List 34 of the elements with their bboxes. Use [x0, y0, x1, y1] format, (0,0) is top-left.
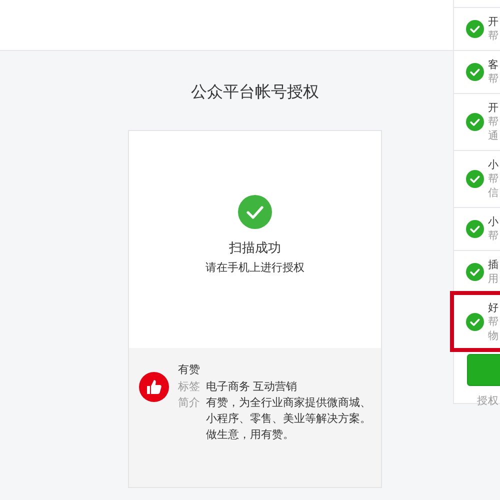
permission-title: 小 — [488, 215, 499, 229]
permission-title: 开 — [488, 15, 499, 29]
status-subtitle: 请在手机上进行授权 — [206, 261, 304, 275]
field-value: 电子商务 互动营销 — [206, 380, 298, 395]
status-title: 扫描成功 — [229, 239, 281, 257]
permission-title: 插 — [488, 258, 499, 272]
field-label: 标签 — [178, 380, 200, 395]
page-title: 公众平台帐号授权 — [191, 82, 319, 103]
permission-title: 开 — [488, 101, 499, 115]
permission-description: 帮 — [488, 229, 499, 243]
permission-description: 用 — [488, 272, 499, 286]
permission-description: 帮 — [488, 29, 499, 43]
permission-item[interactable]: 开 帮 通 — [454, 93, 500, 150]
permission-description: 帮 — [488, 172, 499, 186]
permission-description: 帮 — [488, 115, 499, 129]
permission-description: 物 — [488, 329, 499, 343]
account-name: 有赞 — [178, 363, 201, 378]
permission-item[interactable]: 插 用 — [454, 250, 500, 293]
permission-title: 小 — [488, 158, 499, 172]
permission-description: 帮 — [488, 315, 499, 329]
permission-item[interactable]: 好 帮 物 — [452, 293, 500, 350]
permission-description: 通 — [488, 129, 499, 143]
permission-description: 帮 — [488, 72, 499, 86]
footer-note: 授权 — [477, 394, 500, 408]
permission-item[interactable]: 开 帮 — [454, 7, 500, 50]
field-value: 有赞，为全行业商家提供微商城、小程序、零售、美业等解决方案。做生意，用有赞。 — [206, 396, 372, 443]
permission-item[interactable]: 小 帮 信 — [454, 150, 500, 207]
permission-item[interactable]: 客 帮 — [454, 50, 500, 93]
permission-description: 信 — [488, 186, 499, 200]
permission-title: 客 — [488, 58, 499, 72]
logo-icon — [139, 372, 169, 402]
field-label: 简介 — [178, 396, 200, 411]
permission-title: 好 — [488, 301, 499, 315]
permission-item[interactable]: 小 帮 — [454, 207, 500, 250]
